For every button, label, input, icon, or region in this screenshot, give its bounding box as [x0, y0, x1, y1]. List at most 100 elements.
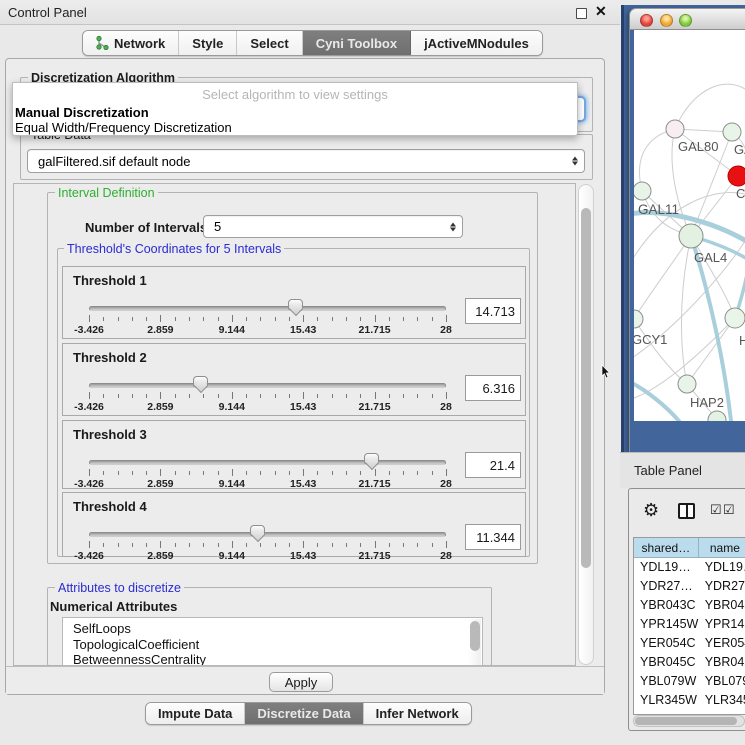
table-cell[interactable]: YDL19…	[699, 558, 745, 577]
zoom-traffic-light-icon[interactable]	[679, 14, 692, 27]
table-row[interactable]: YBR045CYBR045C	[634, 653, 745, 672]
attribute-item[interactable]: BetweennessCentrality	[73, 652, 482, 666]
number-of-intervals-combobox[interactable]: 5	[203, 215, 463, 238]
table-row[interactable]: YDR27…YDR27…	[634, 577, 745, 596]
table-cell[interactable]: YBL079W	[634, 672, 699, 691]
network-window-titlebar[interactable]	[630, 9, 745, 30]
network-node[interactable]	[634, 310, 643, 328]
checkbox-icon[interactable]: ☑	[723, 502, 735, 518]
slider-thumb[interactable]	[193, 376, 208, 387]
gear-icon[interactable]: ⚙	[643, 500, 659, 521]
node-label: GA	[734, 142, 745, 157]
column-header-name[interactable]: name	[699, 538, 745, 558]
table-row[interactable]: YER054CYER054C	[634, 634, 745, 653]
table-cell[interactable]: YBR045C	[634, 653, 699, 672]
tab-network[interactable]: Network	[83, 31, 179, 55]
threshold-4-value[interactable]: 11.344	[465, 524, 521, 550]
tab-select[interactable]: Select	[237, 31, 302, 55]
table-cell[interactable]: YBR045C	[699, 653, 745, 672]
network-node[interactable]	[634, 182, 651, 200]
table-cell[interactable]: YLR345W	[634, 691, 699, 710]
number-of-intervals-label: Number of Intervals	[85, 220, 207, 235]
list-scrollbar-thumb[interactable]	[470, 621, 480, 651]
node-label: GAL80	[678, 139, 718, 154]
threshold-1-value[interactable]: 14.713	[465, 298, 521, 324]
attributes-group-title: Attributes to discretize	[55, 581, 184, 595]
table-cell[interactable]: YBR043C	[699, 596, 745, 615]
numerical-attributes-list[interactable]: SelfLoopsTopologicalCoefficientBetweenne…	[62, 617, 483, 666]
table-row[interactable]: YDL19…YDL19…	[634, 558, 745, 577]
float-window-icon[interactable]	[576, 8, 587, 19]
table-cell[interactable]: YPR145W	[634, 615, 699, 634]
tab-infer-network[interactable]: Infer Network	[364, 703, 471, 724]
columns-icon[interactable]	[678, 503, 695, 519]
slider-thumb[interactable]	[288, 299, 303, 310]
table-cell[interactable]: YBR043C	[634, 596, 699, 615]
algorithm-option-equal-width[interactable]: Equal Width/Frequency Discretization	[15, 120, 232, 135]
slider-tick-labels: -3.4262.8599.14415.4321.71528	[89, 324, 446, 336]
horizontal-scrollbar-thumb[interactable]	[635, 717, 737, 725]
close-icon[interactable]: ✕	[595, 3, 607, 20]
network-nodes[interactable]: GAL80GACGAL11GAL4GCY1HHAP2	[634, 120, 745, 421]
threshold-3-slider[interactable]	[89, 460, 446, 465]
checkbox-icon[interactable]: ☑	[710, 502, 722, 518]
threshold-3-panel: Threshold 3 -3.4262.8599.14415.4321.7152…	[62, 420, 526, 489]
threshold-1-slider[interactable]	[89, 306, 446, 311]
network-node[interactable]	[679, 224, 703, 248]
table-row[interactable]: YBR043CYBR043C	[634, 596, 745, 615]
mouse-cursor	[601, 365, 611, 379]
algorithm-option-manual[interactable]: Manual Discretization	[15, 105, 149, 120]
tab-discretize-data-label: Discretize Data	[257, 706, 350, 721]
tab-impute-data[interactable]: Impute Data	[146, 703, 245, 724]
table-cell[interactable]: YLR345W	[699, 691, 745, 710]
network-node[interactable]	[666, 120, 684, 138]
network-window: GAL80GACGAL11GAL4GCY1HHAP2	[629, 8, 745, 452]
table-cell[interactable]: YDR27…	[699, 577, 745, 596]
table-row[interactable]: YLR345WYLR345W	[634, 691, 745, 710]
threshold-2-value[interactable]: 6.316	[465, 375, 521, 401]
table-data-combobox[interactable]: galFiltered.sif default node	[27, 149, 585, 173]
table-cell[interactable]: YBL079W	[699, 672, 745, 691]
table-row[interactable]: YBL079WYBL079W	[634, 672, 745, 691]
tab-cyni-toolbox[interactable]: Cyni Toolbox	[303, 31, 411, 55]
table-cell[interactable]: YDL19…	[634, 558, 699, 577]
slider-tick-labels: -3.4262.8599.14415.4321.71528	[89, 478, 446, 490]
table-panel: ⚙ ☑ ☑ shared… name YDL19…YDL19…YDR27…YDR…	[628, 488, 745, 731]
vertical-scrollbar[interactable]	[578, 184, 594, 665]
network-node[interactable]	[728, 166, 745, 186]
slider-thumb[interactable]	[364, 453, 379, 464]
table-cell[interactable]: YER054C	[634, 634, 699, 653]
slider-ticks	[89, 315, 446, 323]
network-canvas[interactable]: GAL80GACGAL11GAL4GCY1HHAP2	[634, 30, 745, 421]
scrollbar-thumb[interactable]	[581, 208, 591, 568]
algorithm-popup-hint: Select algorithm to view settings	[13, 87, 577, 102]
table-cell[interactable]: YDR27…	[634, 577, 699, 596]
interval-definition-title: Interval Definition	[55, 186, 158, 200]
tab-jactivemnodules[interactable]: jActiveMNodules	[411, 31, 542, 55]
network-node[interactable]	[678, 375, 696, 393]
table-cell[interactable]: YPR145W	[699, 615, 745, 634]
thresholds-group-title: Threshold's Coordinates for 5 Intervals	[64, 242, 284, 256]
node-label: HAP2	[690, 395, 724, 410]
threshold-4-slider[interactable]	[89, 532, 446, 537]
column-header-shared-name[interactable]: shared…	[634, 538, 699, 558]
network-node[interactable]	[725, 308, 745, 328]
table-body: YDL19…YDL19…YDR27…YDR27…YBR043CYBR043CYP…	[634, 558, 745, 715]
tab-discretize-data[interactable]: Discretize Data	[245, 703, 363, 724]
threshold-3-value[interactable]: 21.4	[465, 452, 521, 478]
attribute-item[interactable]: SelfLoops	[73, 621, 482, 637]
table-row[interactable]: YPR145WYPR145W	[634, 615, 745, 634]
minimize-traffic-light-icon[interactable]	[660, 14, 673, 27]
slider-thumb[interactable]	[250, 525, 265, 536]
control-panel-titlebar: Control Panel ✕	[0, 0, 620, 25]
attribute-item[interactable]: TopologicalCoefficient	[73, 637, 482, 653]
horizontal-scrollbar[interactable]	[633, 715, 745, 727]
tab-style[interactable]: Style	[179, 31, 237, 55]
threshold-2-slider[interactable]	[89, 383, 446, 388]
network-node[interactable]	[723, 123, 741, 141]
table-cell[interactable]: YER054C	[699, 634, 745, 653]
apply-button[interactable]: Apply	[269, 672, 333, 692]
close-traffic-light-icon[interactable]	[640, 14, 653, 27]
list-scrollbar[interactable]	[468, 619, 481, 665]
node-table[interactable]: shared… name YDL19…YDL19…YDR27…YDR27…YBR…	[633, 537, 745, 715]
